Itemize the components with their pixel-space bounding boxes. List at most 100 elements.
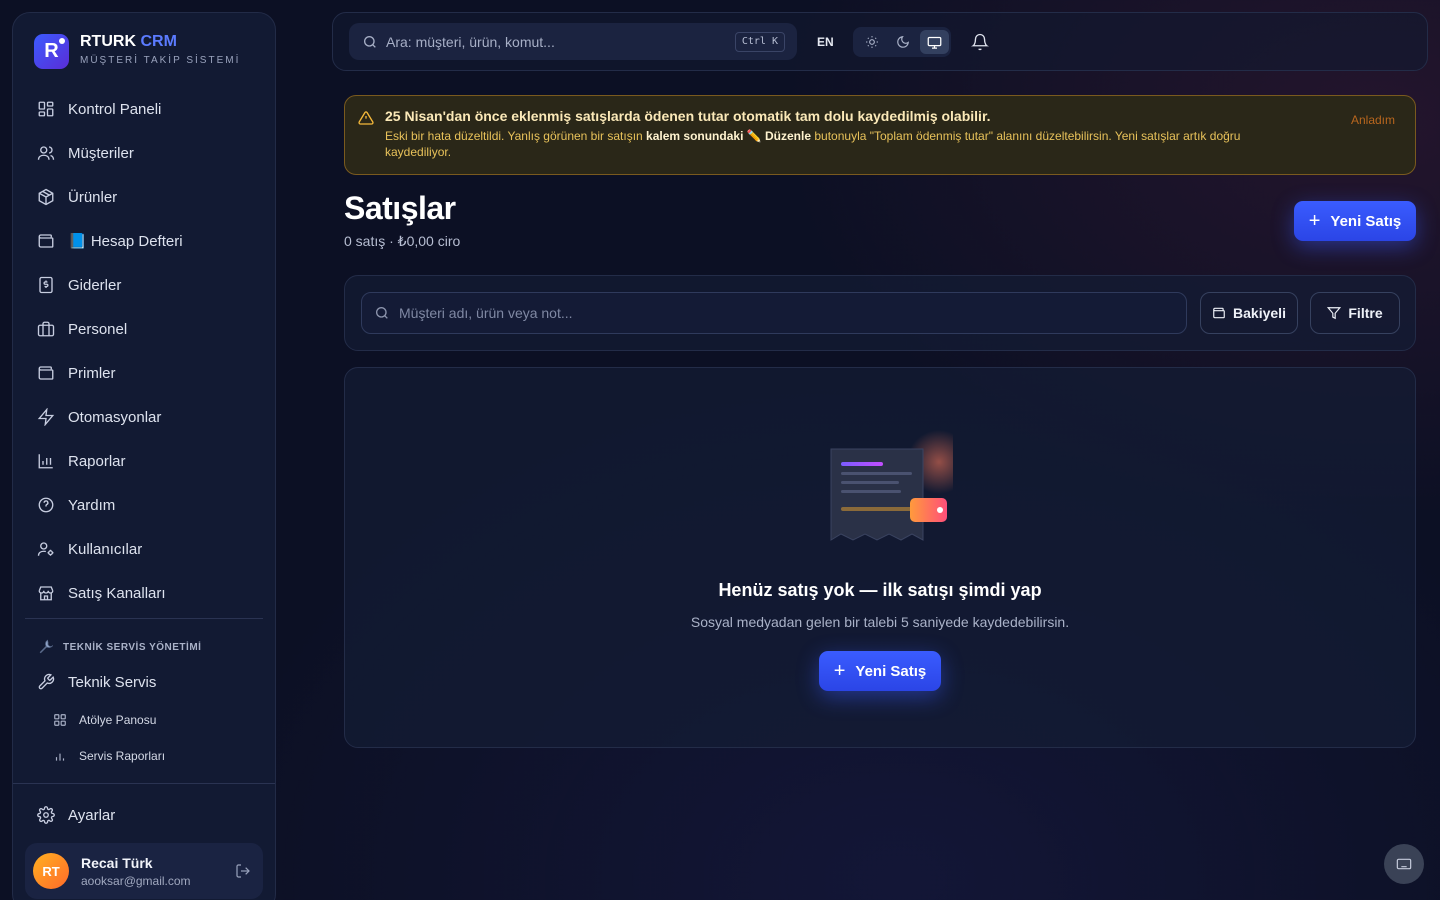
warning-bold-text: kalem sonundaki [646, 129, 744, 143]
balance-filter-label: Bakiyeli [1233, 305, 1286, 321]
help-icon [37, 496, 55, 514]
wallet-icon [1212, 306, 1233, 320]
logo-letter: R [44, 40, 59, 62]
warning-bold-text: Düzenle [765, 129, 812, 143]
balance-filter-button[interactable]: Bakiyeli [1200, 292, 1298, 334]
store-icon [37, 584, 55, 602]
empty-state-cta-label: Yeni Satış [855, 662, 927, 680]
monitor-icon [927, 35, 942, 50]
logout-icon[interactable] [235, 863, 251, 879]
sidebar-item-dashboard[interactable]: Kontrol Paneli [13, 87, 275, 131]
sidebar-divider [13, 783, 275, 784]
receipt-icon [37, 276, 55, 294]
filter-label: Filtre [1348, 305, 1383, 321]
sidebar-item-label: Kontrol Paneli [68, 100, 162, 118]
filter-bar: Müşteri adı, ürün veya not... Bakiyeli F… [344, 275, 1416, 351]
theme-dark-button[interactable] [888, 30, 917, 54]
sales-search-input[interactable]: Müşteri adı, ürün veya not... [361, 292, 1187, 334]
empty-state-title: Henüz satış yok — ilk satışı şimdi yap [718, 580, 1042, 600]
sidebar-item-sales-channels[interactable]: Satış Kanalları [13, 571, 275, 615]
empty-state-new-sale-button[interactable]: + Yeni Satış [819, 651, 941, 691]
receipt-illustration [830, 430, 953, 541]
sidebar-item-label: Müşteriler [68, 144, 134, 162]
wallet-icon [37, 364, 55, 382]
language-toggle[interactable]: EN [817, 35, 834, 49]
search-icon [362, 34, 378, 50]
sidebar-item-label: Ürünler [68, 188, 118, 206]
warning-text: Eski bir hata düzeltildi. Yanlış görünen… [385, 129, 647, 143]
sidebar-item-reports[interactable]: Raporlar [13, 439, 275, 483]
sidebar-item-staff[interactable]: Personel [13, 307, 275, 351]
sidebar-item-label: Kullanıcılar [68, 540, 143, 558]
moon-icon [896, 35, 910, 49]
plus-icon: + [833, 660, 846, 682]
sidebar-item-help[interactable]: Yardım [13, 483, 275, 527]
package-icon [37, 188, 55, 206]
brand-subtitle: MÜŞTERİ TAKİP SİSTEMİ [80, 55, 241, 66]
sidebar-item-settings[interactable]: Ayarlar [13, 793, 275, 837]
theme-light-button[interactable] [857, 30, 886, 54]
user-card[interactable]: RT Recai Türk aooksar@gmail.com [25, 843, 263, 899]
theme-system-button[interactable] [919, 30, 949, 54]
sidebar-item-customers[interactable]: Müşteriler [13, 131, 275, 175]
sidebar-item-label: Ayarlar [68, 806, 116, 824]
warning-title: 25 Nisan'dan önce eklenmiş satışlarda öd… [385, 108, 991, 124]
sidebar-item-ledger[interactable]: 📘 Hesap Defteri [13, 219, 275, 263]
sidebar-item-label: Otomasyonlar [68, 408, 162, 426]
filter-button[interactable]: Filtre [1310, 292, 1400, 334]
sidebar-item-label: Primler [68, 364, 116, 382]
sidebar-item-expenses[interactable]: Giderler [13, 263, 275, 307]
empty-state: Henüz satış yok — ilk satışı şimdi yap S… [344, 367, 1416, 748]
sidebar-item-users[interactable]: Kullanıcılar [13, 527, 275, 571]
empty-state-subtitle: Sosyal medyadan gelen bir talebi 5 saniy… [690, 614, 1070, 630]
user-cog-icon [37, 540, 55, 558]
new-sale-button[interactable]: + Yeni Satış [1294, 201, 1416, 241]
keyboard-shortcuts-button[interactable] [1384, 844, 1424, 884]
brand-name: RTURK CRM [80, 33, 177, 51]
dismiss-button[interactable]: Anladım [1351, 113, 1395, 127]
briefcase-icon [37, 320, 55, 338]
sidebar-subitem-label: Atölye Panosu [79, 713, 157, 727]
bell-icon [971, 33, 989, 51]
sidebar-subitem-service-reports[interactable]: Servis Raporları [53, 749, 165, 763]
sidebar-item-automations[interactable]: Otomasyonlar [13, 395, 275, 439]
theme-switcher [853, 27, 951, 57]
avatar: RT [33, 853, 69, 889]
sidebar-item-label: Giderler [68, 276, 122, 294]
search-icon [374, 305, 390, 321]
bar-chart-icon [53, 749, 67, 763]
sidebar-item-label: Personel [68, 320, 128, 338]
logo-dot [59, 38, 65, 44]
user-info: Recai Türk aooksar@gmail.com [81, 855, 231, 888]
topbar: Ara: müşteri, ürün, komut... Ctrl K EN [332, 12, 1428, 71]
sidebar-item-label: Satış Kanalları [68, 584, 166, 602]
warning-text: ✏️ [743, 129, 766, 143]
page-title: Satışlar [344, 190, 456, 226]
page-subtitle: 0 satış · ₺0,00 ciro [344, 233, 461, 249]
global-search-placeholder: Ara: müşteri, ürün, komut... [386, 33, 555, 50]
sidebar-nav: Kontrol Paneli Müşteriler Ürünler 📘 Hesa… [13, 87, 275, 615]
sidebar-item-technical-service[interactable]: Teknik Servis [13, 660, 275, 704]
sidebar-subitem-label: Servis Raporları [79, 749, 166, 763]
brand-logo[interactable]: R [34, 34, 69, 69]
global-search-input[interactable]: Ara: müşteri, ürün, komut... Ctrl K [349, 23, 797, 60]
wrench-icon [37, 673, 55, 691]
sidebar-item-label: 📘 Hesap Defteri [68, 233, 183, 250]
section-title-label: TEKNİK SERVİS YÖNETİMİ [63, 641, 202, 653]
sidebar-item-products[interactable]: Ürünler [13, 175, 275, 219]
wrench-icon [37, 638, 55, 656]
sidebar-subitem-workshop[interactable]: Atölye Panosu [53, 713, 156, 727]
users-icon [37, 144, 55, 162]
funnel-icon [1327, 306, 1348, 320]
warning-banner: 25 Nisan'dan önce eklenmiş satışlarda öd… [344, 95, 1416, 175]
user-name: Recai Türk [81, 854, 153, 871]
keyboard-icon [1396, 856, 1412, 872]
notifications-button[interactable] [971, 33, 989, 51]
sidebar-item-label: Yardım [68, 496, 116, 514]
warning-body: Eski bir hata düzeltildi. Yanlış görünen… [385, 128, 1305, 160]
sidebar-divider [25, 618, 263, 619]
wallet-icon [37, 232, 55, 250]
dashboard-icon [37, 100, 55, 118]
sidebar-item-bonuses[interactable]: Primler [13, 351, 275, 395]
sidebar: R RTURK CRM MÜŞTERİ TAKİP SİSTEMİ Kontro… [12, 12, 276, 900]
